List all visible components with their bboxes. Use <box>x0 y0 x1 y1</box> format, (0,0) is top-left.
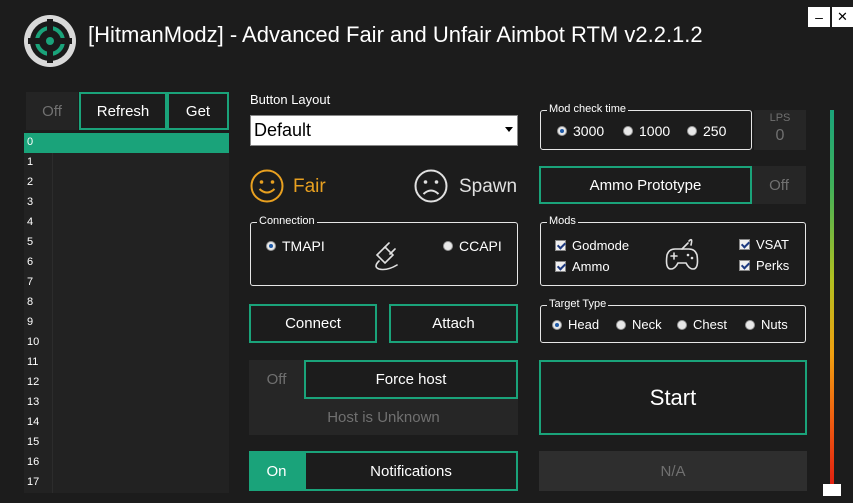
list-item[interactable]: 11 <box>24 353 229 373</box>
window-title: [HitmanModz] - Advanced Fair and Unfair … <box>88 22 703 47</box>
connection-legend: Connection <box>257 215 317 227</box>
list-item[interactable]: 2 <box>24 173 229 193</box>
target-neck-radio[interactable]: Neck <box>616 317 662 332</box>
mods-group: Mods Godmode Ammo VSAT Perks <box>540 215 806 286</box>
list-item[interactable]: 4 <box>24 213 229 233</box>
start-button[interactable]: Start <box>539 360 807 435</box>
app-logo-icon <box>22 13 78 69</box>
spawn-label: Spawn <box>459 176 518 197</box>
mod-check-time-legend: Mod check time <box>547 103 629 115</box>
button-layout-value: Default <box>254 120 312 140</box>
radio-unchecked-icon <box>623 126 633 136</box>
ammo-prototype-toggle-off[interactable]: Off <box>752 166 806 204</box>
na-button[interactable]: N/A <box>539 451 807 491</box>
radio-checked-icon <box>266 241 276 251</box>
list-item[interactable]: 7 <box>24 273 229 293</box>
list-item[interactable]: 13 <box>24 393 229 413</box>
force-host-button[interactable]: Force host <box>304 360 518 399</box>
dropdown-arrow-icon <box>505 127 513 132</box>
target-nuts-radio[interactable]: Nuts <box>745 317 788 332</box>
list-item[interactable]: 14 <box>24 413 229 433</box>
perks-checkbox[interactable]: Perks <box>739 258 789 273</box>
get-button[interactable]: Get <box>167 92 229 130</box>
tmapi-radio[interactable]: TMAPI <box>266 238 325 254</box>
checkbox-checked-icon <box>555 261 566 272</box>
button-layout-select[interactable]: Default <box>250 115 518 146</box>
fair-label: Fair <box>293 176 326 197</box>
close-button[interactable]: ✕ <box>832 7 853 27</box>
list-item[interactable]: 8 <box>24 293 229 313</box>
list-item[interactable]: 16 <box>24 453 229 473</box>
list-item[interactable]: 3 <box>24 193 229 213</box>
left-toggle-off[interactable]: Off <box>26 92 78 130</box>
mod-check-3000-radio[interactable]: 3000 <box>557 123 604 139</box>
godmode-checkbox[interactable]: Godmode <box>555 238 629 253</box>
checkbox-checked-icon <box>739 239 750 250</box>
button-layout-label: Button Layout <box>250 92 331 107</box>
minimize-button[interactable]: – <box>808 7 830 27</box>
connect-button[interactable]: Connect <box>249 304 377 343</box>
mod-check-250-radio[interactable]: 250 <box>687 123 726 139</box>
connection-group: Connection TMAPI CCAPI <box>250 215 518 286</box>
lps-label: LPS <box>769 112 791 124</box>
ammo-checkbox[interactable]: Ammo <box>555 259 610 274</box>
checkbox-checked-icon <box>739 260 750 271</box>
forcehost-toggle-off[interactable]: Off <box>249 360 304 399</box>
list-item[interactable]: 0 <box>24 133 229 153</box>
notifications-toggle-on[interactable]: On <box>249 451 304 491</box>
checkbox-checked-icon <box>555 240 566 251</box>
minimize-icon: – <box>815 9 823 25</box>
radio-unchecked-icon <box>616 319 626 330</box>
slider-thumb[interactable] <box>823 484 841 496</box>
client-list[interactable]: 0 1 2 3 4 5 6 7 8 9 10 11 12 13 14 15 16… <box>24 133 229 493</box>
close-icon: ✕ <box>837 9 848 24</box>
sad-face-icon <box>414 169 448 203</box>
refresh-button[interactable]: Refresh <box>79 92 167 130</box>
radio-checked-icon <box>552 319 562 330</box>
list-item[interactable]: 9 <box>24 313 229 333</box>
radio-checked-icon <box>557 126 567 136</box>
list-item[interactable]: 12 <box>24 373 229 393</box>
ccapi-radio[interactable]: CCAPI <box>443 238 502 254</box>
fair-toggle[interactable]: Fair <box>249 167 349 205</box>
gradient-slider-track[interactable] <box>830 110 834 485</box>
attach-button[interactable]: Attach <box>389 304 518 343</box>
vsat-checkbox[interactable]: VSAT <box>739 237 789 252</box>
host-status: Host is Unknown <box>327 408 440 426</box>
list-item[interactable]: 6 <box>24 253 229 273</box>
list-item[interactable]: 17 <box>24 473 229 493</box>
radio-unchecked-icon <box>745 319 755 330</box>
mod-check-1000-radio[interactable]: 1000 <box>623 123 670 139</box>
lps-value: 0 <box>775 127 785 144</box>
target-chest-radio[interactable]: Chest <box>677 317 727 332</box>
ammo-prototype-button[interactable]: Ammo Prototype <box>539 166 752 204</box>
plug-icon <box>375 242 398 271</box>
list-item[interactable]: 5 <box>24 233 229 253</box>
smiley-icon <box>250 169 284 203</box>
target-type-group: Target Type Head Neck Chest Nuts <box>540 298 806 343</box>
list-item[interactable]: 10 <box>24 333 229 353</box>
spawn-toggle[interactable]: Spawn <box>413 167 523 205</box>
list-item[interactable]: 1 <box>24 153 229 173</box>
radio-unchecked-icon <box>443 241 453 251</box>
radio-unchecked-icon <box>687 126 697 136</box>
mods-legend: Mods <box>547 215 578 227</box>
radio-unchecked-icon <box>677 319 687 330</box>
target-head-radio[interactable]: Head <box>552 317 599 332</box>
gamepad-icon <box>665 238 699 270</box>
lps-box: LPS 0 <box>754 110 806 150</box>
target-type-legend: Target Type <box>547 298 609 310</box>
list-item[interactable]: 15 <box>24 433 229 453</box>
mod-check-time-group: Mod check time 3000 1000 250 <box>540 103 752 150</box>
notifications-button[interactable]: Notifications <box>304 451 518 491</box>
